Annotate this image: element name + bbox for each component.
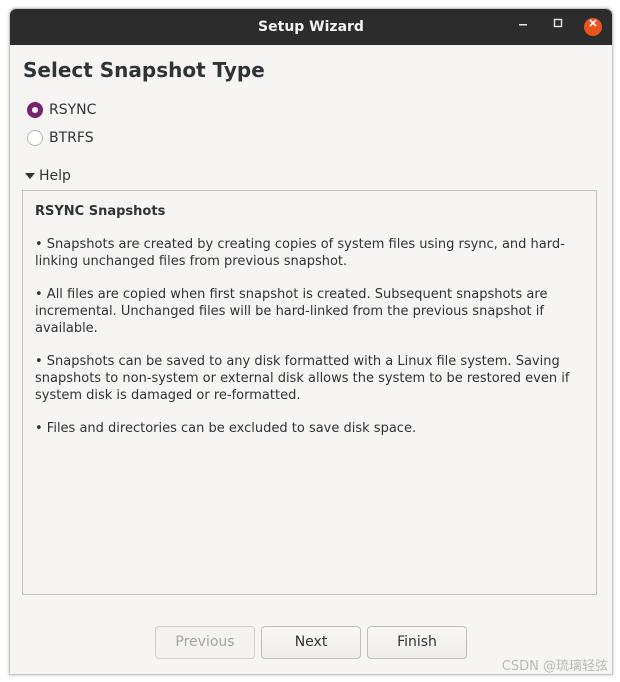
title-bar[interactable]: Setup Wizard [10,9,612,45]
help-title: RSYNC Snapshots [35,204,166,219]
maximize-icon[interactable] [549,18,567,36]
previous-button[interactable]: Previous [155,626,255,659]
close-icon[interactable] [584,18,602,36]
help-expander-label[interactable]: Help [39,168,71,184]
watermark-text: CSDN @琉璃轻弦 [501,659,608,674]
help-paragraph: • Snapshots are created by creating copi… [35,237,565,269]
help-expander[interactable]: Help [25,167,71,185]
triangle-down-icon [25,173,35,179]
setup-wizard-window: Setup Wizard Select Snapshot Type RSYNC … [9,8,613,675]
radio-rsync-label[interactable]: RSYNC [49,102,96,118]
help-text-panel: RSYNC Snapshots • Snapshots are created … [22,190,597,595]
finish-button[interactable]: Finish [367,626,467,659]
help-paragraph: • Snapshots can be saved to any disk for… [35,354,570,403]
minimize-icon[interactable] [514,18,532,36]
next-button[interactable]: Next [261,626,361,659]
radio-btrfs-label[interactable]: BTRFS [49,130,94,146]
help-paragraph: • Files and directories can be excluded … [35,421,417,436]
page-title: Select Snapshot Type [23,58,265,82]
radio-rsync[interactable]: RSYNC [27,100,96,120]
help-paragraph: • All files are copied when first snapsh… [35,287,548,336]
radio-btrfs[interactable]: BTRFS [27,128,94,148]
radio-selected-icon[interactable] [27,102,43,118]
radio-unselected-icon[interactable] [27,130,43,146]
